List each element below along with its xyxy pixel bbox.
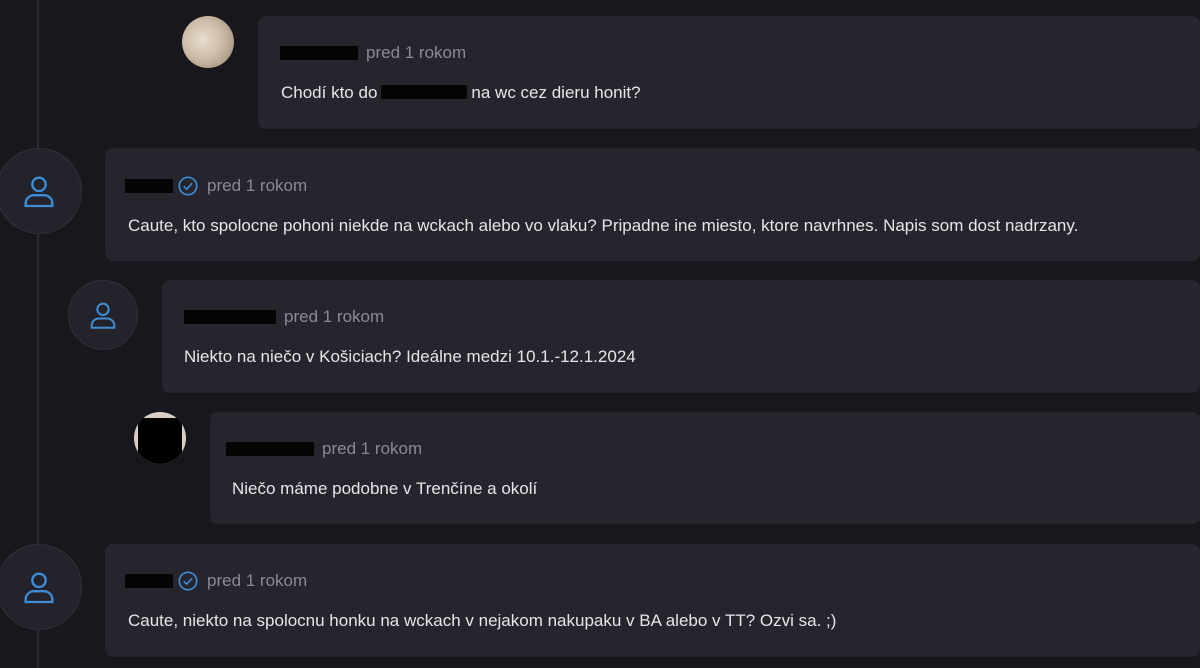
comment-time: pred 1 rokom <box>322 439 423 458</box>
avatar[interactable] <box>68 280 138 350</box>
comment-meta: pred 1 rokom <box>226 438 422 460</box>
avatar[interactable] <box>182 16 234 68</box>
comment-card <box>210 412 1200 524</box>
username-redacted[interactable] <box>184 310 276 324</box>
avatar[interactable] <box>134 412 186 464</box>
comment-card <box>105 544 1200 657</box>
user-icon <box>90 302 116 329</box>
comment-text: Niečo máme podobne v Trenčíne a okolí <box>232 479 538 498</box>
username-redacted[interactable] <box>125 574 173 588</box>
comment-meta: pred 1 rokom <box>125 570 307 592</box>
username-redacted[interactable] <box>226 442 314 456</box>
avatar[interactable] <box>0 148 82 234</box>
comment-time: pred 1 rokom <box>366 43 467 62</box>
comment-meta: pred 1 rokom <box>280 42 466 64</box>
comment-text: Chodí kto do na wc cez dieru honit? <box>281 83 641 102</box>
comment-meta: pred 1 rokom <box>125 175 307 197</box>
username-redacted[interactable] <box>125 179 173 193</box>
avatar[interactable] <box>0 544 82 630</box>
comment-card <box>105 148 1200 261</box>
comment-time: pred 1 rokom <box>207 571 308 590</box>
comment-meta: pred 1 rokom <box>184 306 384 328</box>
comment-card <box>162 280 1200 393</box>
user-icon <box>24 176 54 208</box>
username-redacted[interactable] <box>280 46 358 60</box>
comment-time: pred 1 rokom <box>207 176 308 195</box>
comment-text: Caute, niekto na spolocnu honku na wckac… <box>128 611 837 630</box>
verified-check-icon <box>177 570 199 592</box>
verified-check-icon <box>177 175 199 197</box>
comment-time: pred 1 rokom <box>284 307 385 326</box>
comment-text: Caute, kto spolocne pohoni niekde na wck… <box>128 216 1079 235</box>
redacted-text <box>381 85 468 99</box>
user-icon <box>24 572 54 604</box>
comment-text: Niekto na niečo v Košiciach? Ideálne med… <box>184 347 636 366</box>
comment-card <box>258 16 1200 129</box>
